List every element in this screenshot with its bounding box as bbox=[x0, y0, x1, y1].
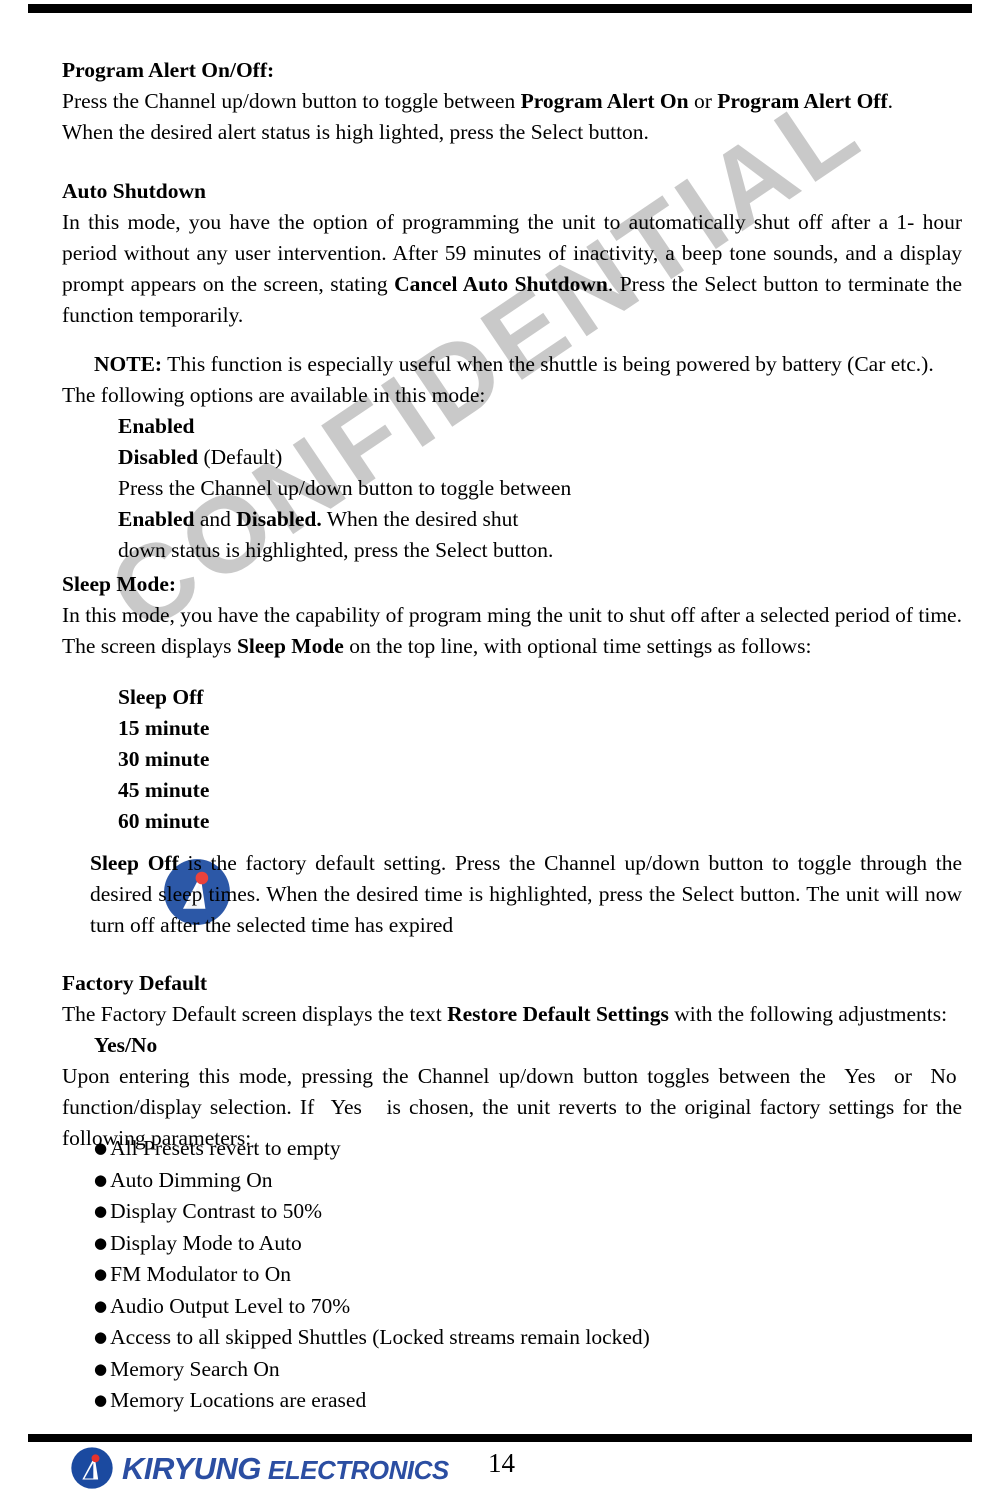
auto-shutdown-paragraph: In this mode, you have the option of pro… bbox=[62, 207, 962, 331]
section-sleep-mode: Sleep Mode: In this mode, you have the c… bbox=[62, 569, 962, 662]
program-alert-line1-a: Press the Channel up/down button to togg… bbox=[62, 89, 521, 113]
bullet-label-6: Access to all skipped Shuttles (Locked s… bbox=[110, 1325, 650, 1349]
bullet-dot-icon: ● bbox=[94, 1328, 108, 1346]
brand-word-kiryung: KIRYUNG bbox=[122, 1450, 261, 1486]
bullet-label-3: Display Mode to Auto bbox=[110, 1230, 302, 1255]
factory-default-intro-a: The Factory Default screen displays the … bbox=[62, 1002, 448, 1026]
bullet-item-0: ● All Presets revert to empty bbox=[94, 1133, 962, 1165]
bullet-item-3: ● Display Mode to Auto bbox=[94, 1228, 962, 1260]
bullet-dot-icon: ● bbox=[94, 1265, 108, 1283]
instr-and: and bbox=[194, 507, 237, 531]
sleep-mode-options-list: Sleep Off 15 minute 30 minute 45 minute … bbox=[62, 682, 962, 837]
sleep-option-0: Sleep Off bbox=[118, 685, 204, 709]
sleep-option-4: 60 minute bbox=[118, 809, 210, 833]
page-top-rule bbox=[28, 4, 972, 13]
option-enabled: Enabled bbox=[118, 414, 195, 438]
instr-enabled-label: Enabled bbox=[118, 507, 195, 531]
sleep-mode-closing: Sleep Off is the factory default setting… bbox=[90, 848, 962, 941]
program-alert-line1-c: or bbox=[688, 89, 718, 113]
bullet-label-4: FM Modulator to On bbox=[110, 1262, 292, 1286]
instr-disabled-label: Disabled. bbox=[236, 507, 322, 531]
bullet-label-5: Audio Output Level to 70% bbox=[110, 1293, 351, 1318]
program-alert-line1: Press the Channel up/down button to togg… bbox=[62, 86, 962, 117]
company-name: KIRYUNG ELECTRONICS bbox=[122, 1453, 449, 1484]
fd-yes-label-1: Yes bbox=[844, 1064, 876, 1088]
option-disabled-label: Disabled bbox=[118, 445, 199, 469]
yes-no-option: Yes/No bbox=[94, 1033, 158, 1057]
section-factory-default: Factory Default The Factory Default scre… bbox=[62, 968, 962, 1154]
factory-default-intro-c: with the following adjustments: bbox=[668, 1002, 948, 1026]
cancel-auto-shutdown-label: Cancel Auto Shutdown bbox=[394, 272, 608, 296]
fd-para-c: function/display selection. If bbox=[62, 1095, 323, 1119]
bullet-label-7: Memory Search On bbox=[110, 1356, 280, 1381]
sleep-mode-heading: Sleep Mode: bbox=[62, 572, 177, 596]
option-disabled: Disabled (Default) bbox=[118, 442, 962, 473]
program-alert-off-label: Program Alert Off bbox=[717, 89, 888, 113]
note-text: This function is especially useful when … bbox=[162, 352, 934, 376]
brand-word-electronics: ELECTRONICS bbox=[267, 1454, 449, 1485]
auto-shutdown-instr-line2: Enabled and Disabled. When the desired s… bbox=[118, 504, 962, 535]
auto-shutdown-instr-line1: Press the Channel up/down button to togg… bbox=[118, 476, 572, 500]
program-alert-line2: When the desired alert status is high li… bbox=[62, 120, 649, 144]
bullet-dot-icon: ● bbox=[94, 1296, 108, 1315]
sleep-mode-label: Sleep Mode bbox=[236, 634, 344, 658]
option-disabled-suffix: (Default) bbox=[198, 445, 283, 469]
restore-default-settings-label: Restore Default Settings bbox=[447, 1002, 669, 1026]
page-footer: KIRYUNG ELECTRONICS 14 bbox=[0, 1442, 1000, 1494]
bullet-item-2: ● Display Contrast to 50% bbox=[94, 1196, 962, 1228]
kiryung-logo-icon bbox=[71, 1447, 113, 1489]
sleep-mode-para-line2: The screen displays Sleep Mode on the to… bbox=[62, 631, 962, 662]
section-program-alert: Program Alert On/Off: Press the Channel … bbox=[62, 55, 962, 148]
bullet-dot-icon: ● bbox=[94, 1359, 108, 1378]
bullet-item-8: ● Memory Locations are erased bbox=[94, 1385, 962, 1417]
factory-default-bullets: ● All Presets revert to empty ● Auto Dimmi… bbox=[62, 1133, 962, 1417]
bullet-item-7: ● Memory Search On bbox=[94, 1354, 962, 1386]
fd-no-label: No bbox=[930, 1064, 957, 1088]
bullet-dot-icon: ● bbox=[94, 1139, 108, 1157]
sleep-option-1: 15 minute bbox=[118, 716, 210, 740]
sleep-mode-para-line1: In this mode, you have the capability of… bbox=[62, 603, 962, 627]
bullet-label-0: All Presets revert to empty bbox=[110, 1136, 341, 1160]
auto-shutdown-heading: Auto Shutdown bbox=[62, 179, 206, 203]
options-intro: The following options are available in t… bbox=[62, 383, 486, 407]
program-alert-on-label: Program Alert On bbox=[520, 89, 689, 113]
bullet-dot-icon: ● bbox=[94, 1202, 108, 1220]
sleep-mode-para-line2-c: on the top line, with optional time sett… bbox=[343, 634, 812, 658]
bullet-dot-icon: ● bbox=[94, 1170, 108, 1189]
fd-yes-1 bbox=[835, 1064, 844, 1088]
company-logo: KIRYUNG ELECTRONICS bbox=[70, 1446, 449, 1490]
section-auto-shutdown-note: NOTE: This function is especially useful… bbox=[62, 349, 962, 566]
bullet-item-6: ● Access to all skipped Shuttles (Locked … bbox=[94, 1322, 962, 1354]
sleep-option-2: 30 minute bbox=[118, 747, 210, 771]
bullet-label-2: Display Contrast to 50% bbox=[110, 1199, 323, 1223]
page-bottom-rule bbox=[28, 1434, 972, 1442]
fd-yes-label-2: Yes bbox=[330, 1095, 362, 1119]
sleep-mode-para-line2-a: The screen displays bbox=[62, 634, 237, 658]
sleep-off-label: Sleep Off bbox=[90, 851, 179, 875]
bullet-item-4: ● FM Modulator to On bbox=[94, 1259, 962, 1291]
note-label: NOTE: bbox=[94, 352, 163, 376]
auto-shutdown-note: NOTE: This function is especially useful… bbox=[62, 349, 962, 380]
bullet-dot-icon: ● bbox=[94, 1233, 108, 1252]
instr-line2-tail: When the desired shut bbox=[321, 507, 519, 531]
bullet-item-1: ● Auto Dimming On bbox=[94, 1165, 962, 1197]
sleep-mode-closing-paragraph: Sleep Off is the factory default setting… bbox=[90, 848, 962, 941]
bullet-dot-icon: ● bbox=[94, 1391, 108, 1409]
sleep-mode-closing-text: is the factory default setting. Press th… bbox=[90, 851, 962, 937]
bullet-label-1: Auto Dimming On bbox=[110, 1167, 273, 1192]
fd-para-a: Upon entering this mode, pressing the Ch… bbox=[62, 1064, 835, 1088]
section-auto-shutdown: Auto Shutdown In this mode, you have the… bbox=[62, 176, 962, 331]
fd-para-b: or bbox=[884, 1064, 922, 1088]
factory-default-intro: The Factory Default screen displays the … bbox=[62, 999, 962, 1030]
bullet-label-8: Memory Locations are erased bbox=[110, 1388, 367, 1412]
auto-shutdown-instr-line3: down status is highlighted, press the Se… bbox=[118, 538, 554, 562]
program-alert-heading: Program Alert On/Off: bbox=[62, 58, 275, 82]
sleep-option-3: 45 minute bbox=[118, 778, 210, 802]
program-alert-line1-e: . bbox=[887, 89, 893, 113]
factory-default-heading: Factory Default bbox=[62, 971, 208, 995]
page-number: 14 bbox=[488, 1448, 515, 1478]
bullet-item-5: ● Audio Output Level to 70% bbox=[94, 1291, 962, 1323]
